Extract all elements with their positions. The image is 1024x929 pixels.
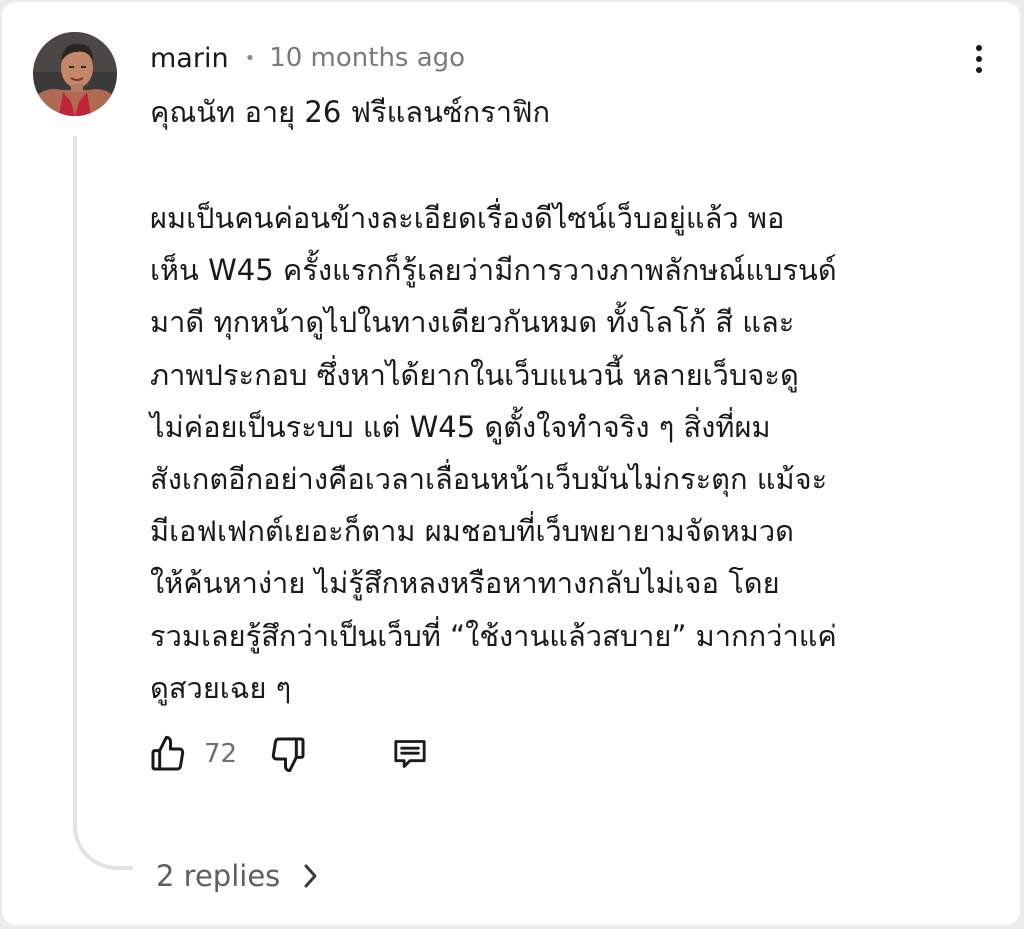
menu-dot [976, 45, 982, 51]
author-name[interactable]: marin [150, 43, 229, 74]
comment-card: marin • 10 months ago คุณนัท อายุ 26 ฟรี… [2, 2, 1020, 925]
comment-actions: 72 [148, 730, 468, 778]
more-vert-icon[interactable] [964, 42, 994, 76]
comment-body-line: ผมเป็นคนค่อนข้างละเอียดเรื่องดีไซน์เว็บอ… [150, 201, 785, 235]
menu-dot [976, 56, 982, 62]
chevron-right-icon [302, 862, 320, 890]
comment-timestamp[interactable]: 10 months ago [269, 43, 465, 73]
thumbs-down-icon [271, 737, 305, 773]
meta-separator: • [244, 47, 256, 69]
like-count: 72 [204, 739, 238, 769]
view-replies-button[interactable]: 2 replies [156, 854, 320, 898]
thumbs-up-icon [151, 735, 185, 771]
comment-body-line: รวมเลยรู้สึกว่าเป็นเว็บที่ “ใช้งานแล้วสบ… [150, 618, 837, 653]
comment-body-line: ภาพประกอบ ซึ่งหาได้ยากในเว็บแนวนี้ หลายเ… [150, 357, 799, 392]
comment-header: marin • 10 months ago [150, 40, 465, 76]
avatar[interactable] [33, 32, 117, 116]
thread-line [73, 136, 133, 870]
dislike-button[interactable] [268, 730, 308, 778]
comment-body-line: สังเกตอีกอย่างคือเวลาเลื่อนหน้าเว็บมันไม… [150, 462, 828, 497]
like-button[interactable] [148, 730, 188, 778]
comment-body-line: เห็น W45 ครั้งแรกก็รู้เลยว่ามีการวางภาพล… [150, 253, 837, 288]
comment-title: คุณนัท อายุ 26 ฟรีแลนซ์กราฟิก [150, 95, 551, 129]
comment-body: ผมเป็นคนค่อนข้างละเอียดเรื่องดีไซน์เว็บอ… [150, 192, 950, 714]
menu-dot [976, 67, 982, 73]
comment-body-line: ให้ค้นหาง่าย ไม่รู้สึกหลงหรือหาทางกลับไม… [150, 566, 780, 601]
replies-label: 2 replies [156, 859, 281, 893]
reply-button[interactable] [390, 730, 430, 778]
comment-body-line: ดูสวยเฉย ๆ [150, 670, 292, 705]
comment-icon [394, 740, 426, 768]
comment-body-line: มาดี ทุกหน้าดูไปในทางเดียวกันหมด ทั้งโลโ… [150, 305, 795, 340]
comment-body-line: ไม่ค่อยเป็นระบบ แต่ W45 ดูตั้งใจทำจริง ๆ… [150, 409, 771, 444]
avatar-photo [33, 32, 117, 116]
comment-body-line: มีเอฟเฟกต์เยอะก็ตาม ผมชอบที่เว็บพยายามจั… [150, 514, 795, 549]
